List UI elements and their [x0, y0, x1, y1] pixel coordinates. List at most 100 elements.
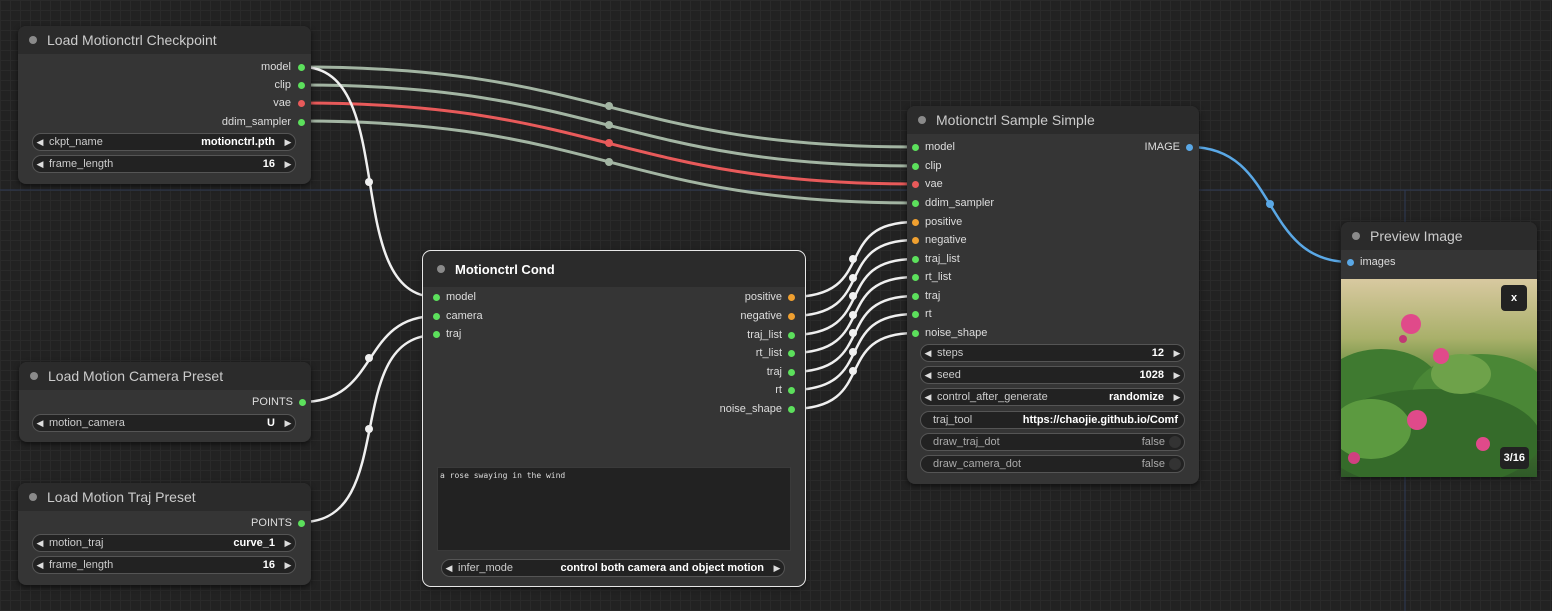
input-rt-list-dot-icon[interactable] [912, 274, 919, 281]
output-noise-shape[interactable]: noise_shape [720, 400, 782, 418]
node-motionctrl-cond[interactable]: Motionctrl Cond model camera traj positi… [422, 250, 806, 587]
output-rt-list[interactable]: rt_list [756, 344, 782, 362]
input-traj-list-dot-icon[interactable] [912, 256, 919, 263]
input-negative[interactable]: negative [925, 231, 967, 249]
output-traj-dot-icon[interactable] [788, 369, 795, 376]
input-images-dot-icon[interactable] [1347, 259, 1354, 266]
output-image[interactable]: IMAGE [1145, 138, 1180, 156]
node-header[interactable]: Load Motion Camera Preset [19, 362, 311, 390]
input-ddim-sampler[interactable]: ddim_sampler [925, 194, 994, 212]
output-clip-dot-icon[interactable] [298, 82, 305, 89]
output-points-dot-icon[interactable] [298, 520, 305, 527]
input-noise-shape[interactable]: noise_shape [925, 324, 987, 342]
left-arrow-icon[interactable]: ◀ [33, 418, 47, 429]
output-positive-dot-icon[interactable] [788, 294, 795, 301]
input-traj-dot-icon[interactable] [912, 293, 919, 300]
input-camera[interactable]: camera [446, 307, 483, 325]
output-traj-list-dot-icon[interactable] [788, 332, 795, 339]
left-arrow-icon[interactable]: ◀ [921, 392, 935, 403]
preview-image[interactable]: x 3/16 [1341, 279, 1537, 477]
input-clip[interactable]: clip [925, 157, 942, 175]
close-button[interactable]: x [1501, 285, 1527, 311]
input-model-dot-icon[interactable] [912, 144, 919, 151]
widget-traj-tool[interactable]: traj_tool https://chaojie.github.io/Comf [920, 411, 1185, 429]
right-arrow-icon[interactable]: ▶ [281, 137, 295, 148]
collapse-dot-icon[interactable] [437, 265, 445, 273]
toggle-draw-traj-dot[interactable]: draw_traj_dot false [920, 433, 1185, 451]
node-load-motionctrl-checkpoint[interactable]: Load Motionctrl Checkpoint model clip va… [18, 26, 311, 184]
output-rt-dot-icon[interactable] [788, 387, 795, 394]
node-preview-image[interactable]: Preview Image images x 3/16 [1341, 222, 1537, 477]
input-model-dot-icon[interactable] [433, 294, 440, 301]
input-noise-shape-dot-icon[interactable] [912, 330, 919, 337]
output-points[interactable]: POINTS [252, 393, 293, 411]
right-arrow-icon[interactable]: ▶ [281, 418, 295, 429]
left-arrow-icon[interactable]: ◀ [33, 560, 47, 571]
widget-infer-mode[interactable]: ◀ infer_mode control both camera and obj… [441, 559, 785, 577]
widget-steps[interactable]: ◀ steps 12 ▶ [920, 344, 1185, 362]
input-clip-dot-icon[interactable] [912, 163, 919, 170]
toggle-knob-icon[interactable] [1169, 436, 1181, 448]
output-ddim-sampler-dot-icon[interactable] [298, 119, 305, 126]
collapse-dot-icon[interactable] [29, 36, 37, 44]
input-images[interactable]: images [1360, 253, 1395, 271]
toggle-draw-camera-dot[interactable]: draw_camera_dot false [920, 455, 1185, 473]
right-arrow-icon[interactable]: ▶ [281, 538, 295, 549]
input-model[interactable]: model [925, 138, 955, 156]
output-model-dot-icon[interactable] [298, 64, 305, 71]
widget-ckpt-name[interactable]: ◀ ckpt_name motionctrl.pth ▶ [32, 133, 296, 151]
left-arrow-icon[interactable]: ◀ [442, 563, 456, 574]
output-image-dot-icon[interactable] [1186, 144, 1193, 151]
widget-motion-camera[interactable]: ◀ motion_camera U ▶ [32, 414, 296, 432]
input-rt-list[interactable]: rt_list [925, 268, 951, 286]
widget-seed[interactable]: ◀ seed 1028 ▶ [920, 366, 1185, 384]
right-arrow-icon[interactable]: ▶ [1170, 370, 1184, 381]
right-arrow-icon[interactable]: ▶ [770, 563, 784, 574]
input-negative-dot-icon[interactable] [912, 237, 919, 244]
node-header[interactable]: Motionctrl Cond [423, 251, 805, 287]
right-arrow-icon[interactable]: ▶ [1170, 392, 1184, 403]
output-ddim-sampler[interactable]: ddim_sampler [222, 113, 291, 131]
input-positive[interactable]: positive [925, 213, 962, 231]
widget-control-after-generate[interactable]: ◀ control_after_generate randomize ▶ [920, 388, 1185, 406]
node-load-motion-camera-preset[interactable]: Load Motion Camera Preset POINTS ◀ motio… [19, 362, 311, 442]
output-clip[interactable]: clip [274, 76, 291, 94]
output-model[interactable]: model [261, 58, 291, 76]
node-header[interactable]: Preview Image [1341, 222, 1537, 250]
input-vae[interactable]: vae [925, 175, 943, 193]
output-rt-list-dot-icon[interactable] [788, 350, 795, 357]
collapse-dot-icon[interactable] [1352, 232, 1360, 240]
node-header[interactable]: Motionctrl Sample Simple [907, 106, 1199, 134]
node-motionctrl-sample-simple[interactable]: Motionctrl Sample Simple IMAGE model cli… [907, 106, 1199, 484]
output-negative-dot-icon[interactable] [788, 313, 795, 320]
output-positive[interactable]: positive [745, 288, 782, 306]
collapse-dot-icon[interactable] [29, 493, 37, 501]
input-traj-dot-icon[interactable] [433, 331, 440, 338]
left-arrow-icon[interactable]: ◀ [921, 370, 935, 381]
left-arrow-icon[interactable]: ◀ [33, 159, 47, 170]
input-traj[interactable]: traj [925, 287, 940, 305]
output-noise-shape-dot-icon[interactable] [788, 406, 795, 413]
input-vae-dot-icon[interactable] [912, 181, 919, 188]
right-arrow-icon[interactable]: ▶ [1170, 348, 1184, 359]
input-traj-list[interactable]: traj_list [925, 250, 960, 268]
left-arrow-icon[interactable]: ◀ [33, 137, 47, 148]
widget-frame-length[interactable]: ◀ frame_length 16 ▶ [32, 155, 296, 173]
input-model[interactable]: model [446, 288, 476, 306]
collapse-dot-icon[interactable] [918, 116, 926, 124]
right-arrow-icon[interactable]: ▶ [281, 560, 295, 571]
input-rt-dot-icon[interactable] [912, 311, 919, 318]
output-points-dot-icon[interactable] [299, 399, 306, 406]
output-rt[interactable]: rt [775, 381, 782, 399]
input-traj[interactable]: traj [446, 325, 461, 343]
right-arrow-icon[interactable]: ▶ [281, 159, 295, 170]
left-arrow-icon[interactable]: ◀ [33, 538, 47, 549]
output-vae-dot-icon[interactable] [298, 100, 305, 107]
node-header[interactable]: Load Motion Traj Preset [18, 483, 311, 511]
node-load-motion-traj-preset[interactable]: Load Motion Traj Preset POINTS ◀ motion_… [18, 483, 311, 585]
node-header[interactable]: Load Motionctrl Checkpoint [18, 26, 311, 54]
output-traj[interactable]: traj [767, 363, 782, 381]
input-ddim-sampler-dot-icon[interactable] [912, 200, 919, 207]
collapse-dot-icon[interactable] [30, 372, 38, 380]
input-rt[interactable]: rt [925, 305, 932, 323]
